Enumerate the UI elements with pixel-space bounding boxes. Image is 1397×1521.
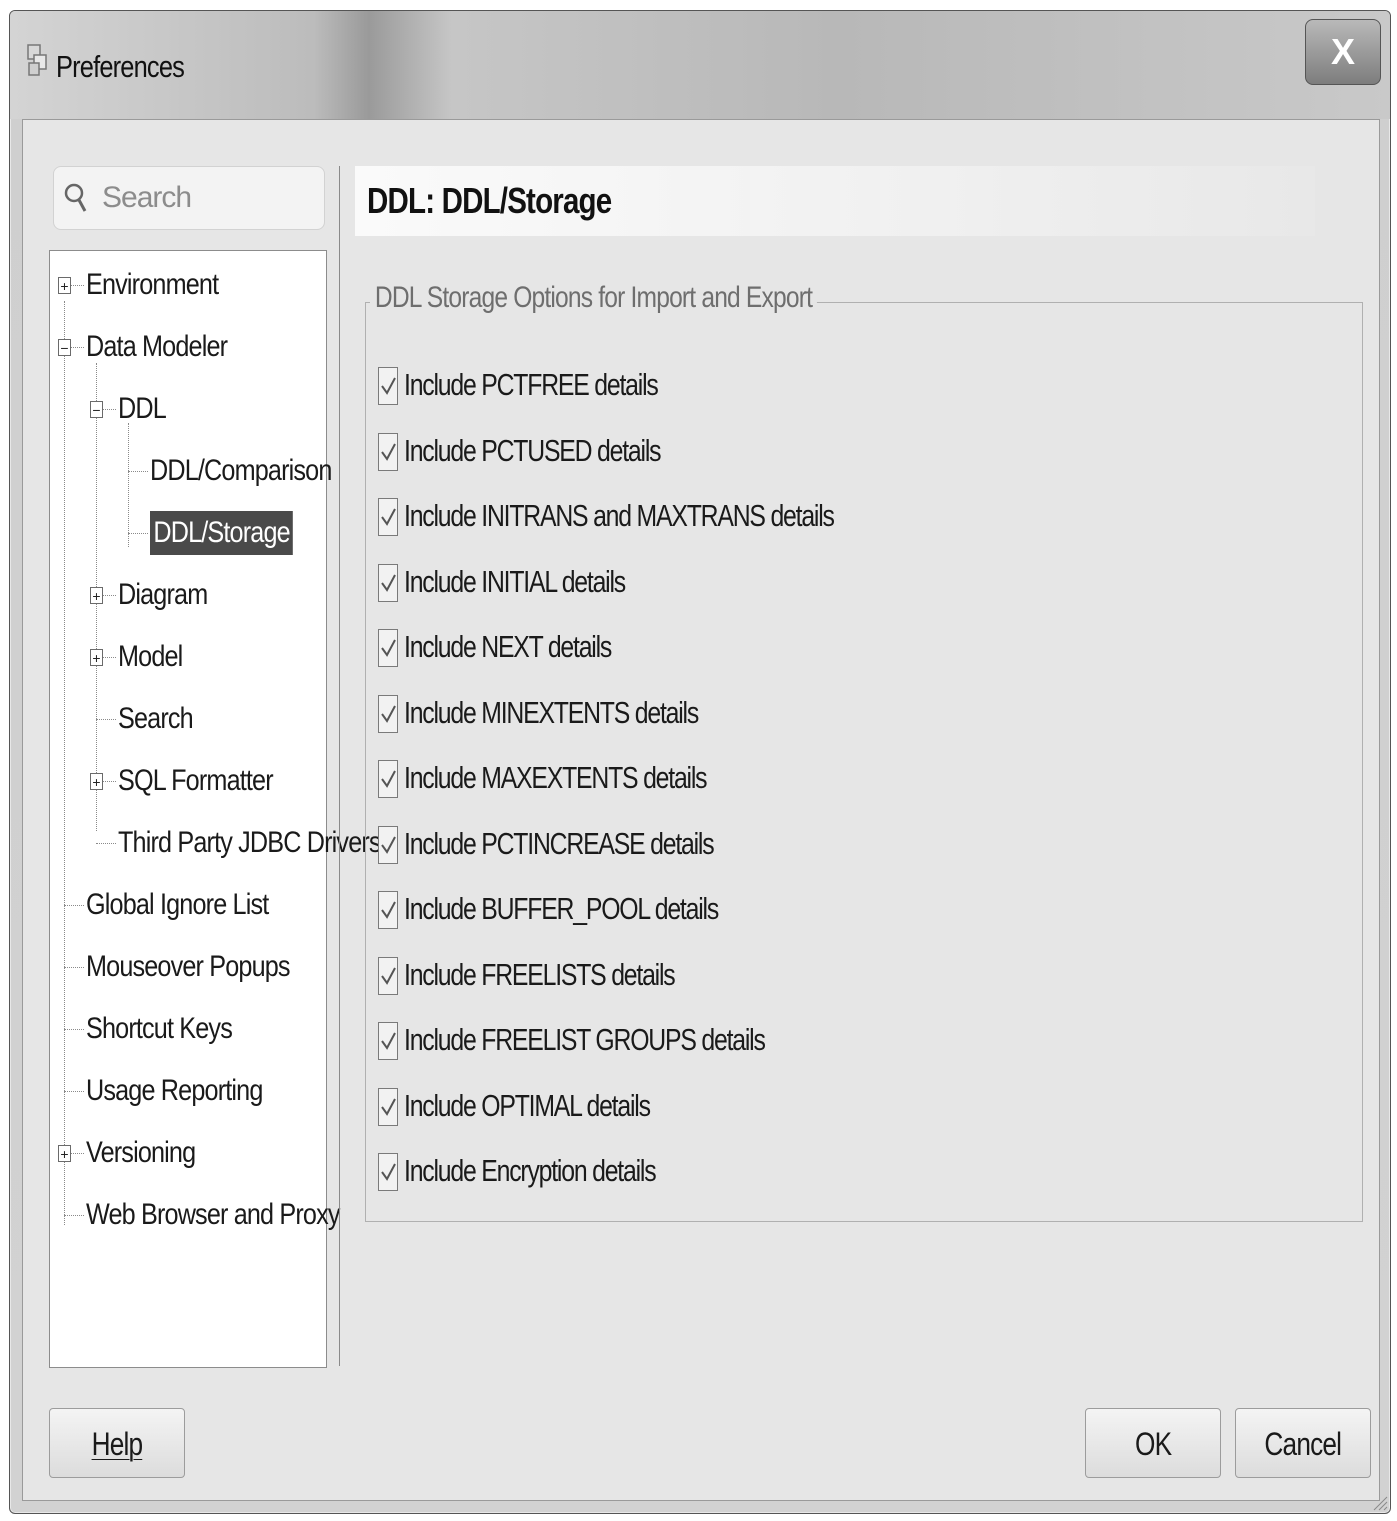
preferences-tree[interactable]: + Environment − Data Modeler − DDL DDL/Compari…	[49, 250, 382, 1368]
tree-item-model[interactable]: Model	[118, 635, 183, 679]
checkbox-label: Include NEXT details	[404, 629, 612, 664]
checkbox[interactable]	[378, 694, 398, 733]
checkbox-label: Include FREELIST GROUPS details	[404, 1022, 766, 1057]
checkbox[interactable]	[378, 629, 398, 667]
group-title: DDL Storage Options for Import and Expor…	[370, 281, 818, 315]
tree-item-shortcut-keys[interactable]: Shortcut Keys	[86, 1007, 233, 1051]
checkbox-label: Include OPTIMAL details	[404, 1087, 651, 1123]
tree-item-ddl-storage[interactable]: DDL/Storage	[150, 511, 294, 555]
tree-item-web-browser-and-proxy[interactable]: Web Browser and Proxy	[86, 1193, 340, 1237]
tree-item-versioning[interactable]: Versioning	[86, 1131, 196, 1175]
splitter[interactable]	[339, 166, 340, 1366]
checkbox[interactable]	[378, 432, 398, 471]
title-bar[interactable]: Preferences X	[10, 11, 1390, 119]
checkmark-icon	[381, 967, 396, 985]
checkbox[interactable]	[378, 1022, 398, 1060]
expand-icon[interactable]: +	[58, 1145, 71, 1162]
checkmark-icon	[381, 770, 396, 788]
ok-button-label: OK	[1134, 1426, 1172, 1462]
close-icon: X	[1330, 31, 1355, 72]
preferences-app-icon	[27, 44, 47, 76]
dialog-content: +Environment−Data Modeler−DDLDDL/Compari…	[22, 119, 1380, 1501]
checkmark-icon	[381, 1032, 396, 1050]
ok-button[interactable]: OK	[1085, 1408, 1221, 1478]
tree-guide-line	[64, 1091, 84, 1092]
search-icon	[64, 183, 87, 212]
checkbox[interactable]	[378, 956, 398, 995]
tree-item-search[interactable]: Search	[118, 697, 194, 741]
expand-icon[interactable]: +	[58, 277, 71, 294]
help-button-label: Help	[91, 1426, 144, 1462]
checkbox-label: Include INITIAL details	[404, 563, 626, 599]
checkbox-label: Include MINEXTENTS details	[404, 694, 699, 730]
cancel-button[interactable]: Cancel	[1235, 1408, 1371, 1478]
ddl-storage-options-group: DDL Storage Options for Import and Expor…	[365, 281, 1363, 1222]
tree-item-sql-formatter[interactable]: SQL Formatter	[118, 759, 274, 803]
tree-item-diagram[interactable]: Diagram	[118, 573, 208, 617]
tree-item-usage-reporting[interactable]: Usage Reporting	[86, 1069, 263, 1113]
checkbox-label: Include MAXEXTENTS details	[404, 760, 708, 795]
checkmark-icon	[381, 1163, 396, 1181]
checkbox[interactable]	[378, 760, 398, 798]
checkmark-icon	[381, 443, 396, 461]
checkbox[interactable]	[378, 891, 398, 929]
tree-guide-line	[128, 533, 148, 534]
tree-guide-line	[64, 905, 84, 906]
checkbox[interactable]	[378, 563, 398, 602]
page-title: DDL: DDL/Storage	[367, 180, 612, 221]
checkbox-label: Include PCTFREE details	[404, 367, 659, 402]
checkmark-icon	[381, 377, 396, 395]
checkbox-label: Include PCTUSED details	[404, 432, 662, 468]
cancel-button-label: Cancel	[1264, 1426, 1343, 1462]
tree-item-environment[interactable]: Environment	[86, 263, 219, 307]
expand-icon[interactable]: +	[90, 587, 103, 604]
tree-item-third-party-jdbc-drivers[interactable]: Third Party JDBC Drivers	[118, 821, 382, 865]
checkmark-icon	[381, 705, 396, 723]
tree-guide-line	[64, 1215, 84, 1216]
checkmark-icon	[381, 574, 396, 592]
tree-guide-line	[64, 1029, 84, 1030]
help-button[interactable]: Help	[49, 1408, 185, 1478]
preferences-dialog: Preferences X +Environment−Data Modeler−…	[9, 10, 1391, 1514]
search-input[interactable]	[100, 177, 314, 219]
search-box[interactable]	[53, 166, 325, 230]
checkbox[interactable]	[378, 498, 398, 536]
checkmark-icon	[381, 508, 396, 526]
checkbox-label: Include FREELISTS details	[404, 956, 676, 992]
checkmark-icon	[381, 901, 396, 919]
checkmark-icon	[381, 639, 396, 657]
checkbox[interactable]	[378, 367, 398, 405]
tree-item-mouseover-popups[interactable]: Mouseover Popups	[86, 945, 291, 989]
tree-guide-line	[64, 301, 65, 1225]
tree-guide-line	[96, 843, 116, 844]
checkbox[interactable]	[378, 825, 398, 864]
collapse-icon[interactable]: −	[58, 339, 71, 356]
tree-item-ddl[interactable]: DDL	[118, 387, 167, 431]
expand-icon[interactable]: +	[90, 773, 103, 790]
checkbox[interactable]	[378, 1087, 398, 1126]
checkbox[interactable]	[378, 1153, 398, 1191]
tree-item-global-ignore-list[interactable]: Global Ignore List	[86, 883, 269, 927]
checkmark-icon	[381, 1098, 396, 1116]
checkbox-label: Include PCTINCREASE details	[404, 825, 715, 861]
tree-item-ddl-comparison[interactable]: DDL/Comparison	[150, 449, 332, 493]
tree-guide-line	[96, 719, 116, 720]
tree-item-data-modeler[interactable]: Data Modeler	[86, 325, 228, 369]
tree-guide-line	[128, 423, 129, 547]
checkmark-icon	[381, 836, 396, 854]
page-header: DDL: DDL/Storage	[355, 166, 1315, 236]
tree-guide-line	[128, 471, 148, 472]
window-title: Preferences	[56, 49, 185, 84]
checkbox-label: Include INITRANS and MAXTRANS details	[404, 498, 835, 533]
tree-guide-line	[64, 967, 84, 968]
expand-icon[interactable]: +	[90, 649, 103, 666]
collapse-icon[interactable]: −	[90, 401, 103, 418]
resize-grip-icon[interactable]	[1370, 1493, 1388, 1511]
close-button[interactable]: X	[1305, 19, 1381, 85]
checkbox-label: Include BUFFER_POOL details	[404, 891, 719, 926]
checkbox-label: Include Encryption details	[404, 1153, 657, 1188]
